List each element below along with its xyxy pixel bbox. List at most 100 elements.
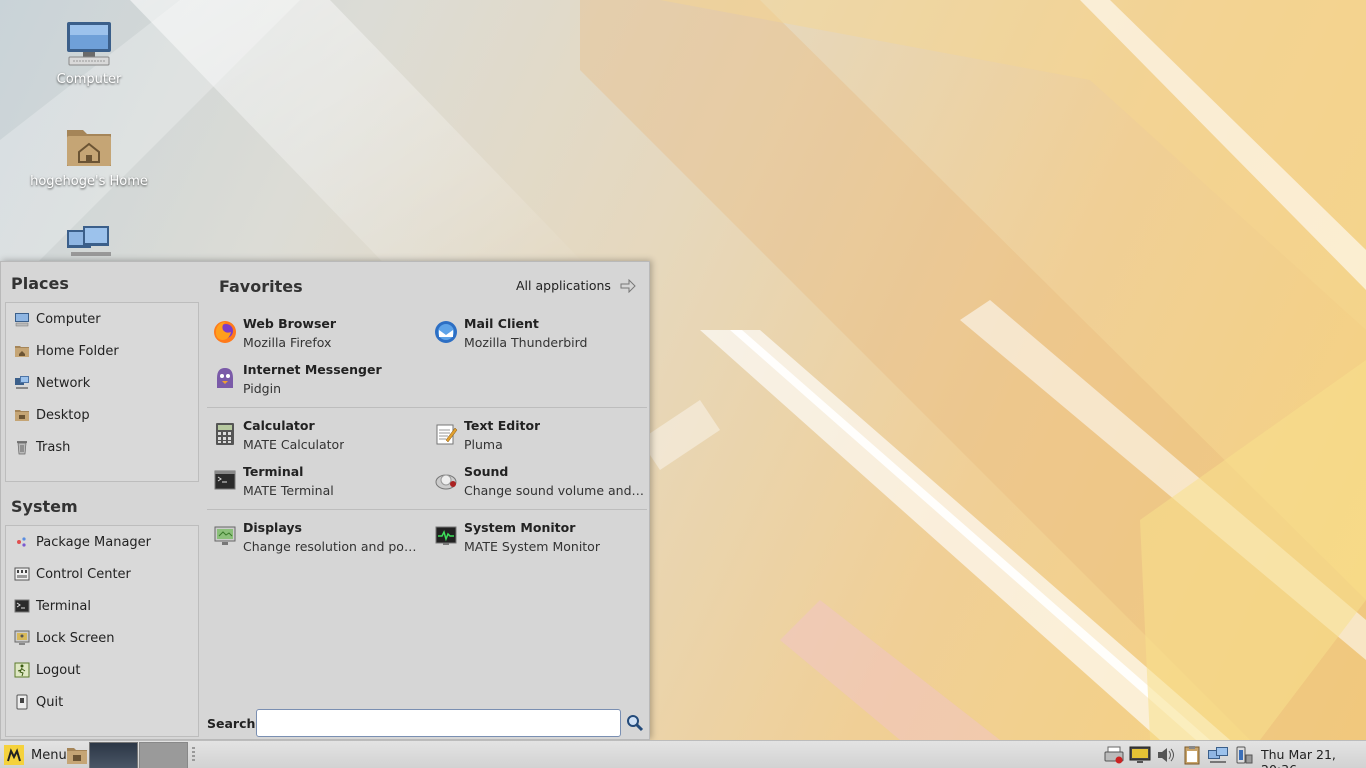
- favorite-desc: Mozilla Firefox: [243, 335, 332, 350]
- favorite-calculator[interactable]: Calculator MATE Calculator: [207, 416, 422, 460]
- favorite-desc: Pidgin: [243, 381, 282, 396]
- places-item-label: Network: [36, 375, 91, 391]
- menu-button[interactable]: Menu: [4, 744, 67, 766]
- desktop-folder-icon: [14, 407, 30, 423]
- places-title: Places: [11, 274, 69, 293]
- computer-icon: [63, 20, 115, 68]
- computer-icon: [14, 311, 30, 327]
- system-item-label: Logout: [36, 662, 81, 678]
- favorite-mail-client[interactable]: Mail Client Mozilla Thunderbird: [428, 314, 643, 358]
- favorites-separator: [207, 407, 647, 408]
- home-folder-icon: [63, 122, 115, 170]
- favorite-name: System Monitor: [464, 520, 576, 535]
- places-item-computer[interactable]: Computer: [6, 303, 198, 335]
- favorites-title: Favorites: [219, 277, 303, 296]
- power-icon[interactable]: [1233, 745, 1255, 765]
- control-center-icon: [14, 566, 30, 582]
- system-list: Package Manager Control Center Terminal …: [5, 525, 199, 737]
- search-input[interactable]: [256, 709, 621, 737]
- volume-icon[interactable]: [1155, 745, 1177, 765]
- terminal-icon: [14, 598, 30, 614]
- favorite-desc: Change sound volume and sou...: [464, 483, 648, 498]
- package-manager-icon: [14, 534, 30, 550]
- lock-screen-icon: [14, 630, 30, 646]
- places-item-label: Home Folder: [36, 343, 119, 359]
- favorite-name: Internet Messenger: [243, 362, 382, 377]
- system-item-logout[interactable]: Logout: [6, 654, 198, 686]
- system-tray: [1103, 745, 1259, 765]
- network-icon[interactable]: [1207, 745, 1229, 765]
- favorite-name: Sound: [464, 464, 509, 479]
- favorite-desc: Mozilla Thunderbird: [464, 335, 588, 350]
- favorite-terminal[interactable]: Terminal MATE Terminal: [207, 462, 422, 506]
- system-title: System: [11, 497, 78, 516]
- panel-grip[interactable]: [192, 747, 195, 763]
- system-item-package-manager[interactable]: Package Manager: [6, 526, 198, 558]
- favorite-name: Web Browser: [243, 316, 337, 331]
- favorite-name: Mail Client: [464, 316, 539, 331]
- favorite-name: Displays: [243, 520, 302, 535]
- system-item-label: Lock Screen: [36, 630, 115, 646]
- arrow-right-icon: [619, 278, 637, 293]
- workspace-2[interactable]: [139, 742, 188, 768]
- favorite-desc: Change resolution and positio...: [243, 539, 422, 554]
- favorite-sound[interactable]: Sound Change sound volume and sou...: [428, 462, 648, 506]
- places-item-network[interactable]: Network: [6, 367, 198, 399]
- quit-icon: [14, 694, 30, 710]
- menu-button-label: Menu: [31, 747, 67, 763]
- terminal-icon: [213, 468, 237, 492]
- favorites-separator: [207, 509, 647, 510]
- favorite-text-editor[interactable]: Text Editor Pluma: [428, 416, 643, 460]
- favorite-name: Terminal: [243, 464, 304, 479]
- places-item-label: Trash: [36, 439, 71, 455]
- favorite-displays[interactable]: Displays Change resolution and positio...: [207, 518, 422, 562]
- sound-icon: [434, 468, 458, 492]
- display-icon[interactable]: [1129, 745, 1151, 765]
- favorite-desc: MATE Terminal: [243, 483, 334, 498]
- text-editor-icon: [434, 422, 458, 446]
- pidgin-icon: [213, 366, 237, 390]
- home-folder-icon: [14, 343, 30, 359]
- favorite-internet-messenger[interactable]: Internet Messenger Pidgin: [207, 360, 422, 404]
- favorite-desc: MATE Calculator: [243, 437, 345, 452]
- workspace-1[interactable]: [89, 742, 138, 768]
- favorite-web-browser[interactable]: Web Browser Mozilla Firefox: [207, 314, 422, 358]
- all-applications-button[interactable]: All applications: [516, 278, 637, 293]
- trash-icon: [14, 439, 30, 455]
- firefox-icon: [213, 320, 237, 344]
- system-item-quit[interactable]: Quit: [6, 686, 198, 718]
- system-item-label: Package Manager: [36, 534, 152, 550]
- clock[interactable]: Thu Mar 21, 20:36: [1261, 747, 1366, 768]
- favorite-name: Calculator: [243, 418, 315, 433]
- logout-icon: [14, 662, 30, 678]
- main-menu: Places Computer Home Folder Network Desk…: [0, 261, 650, 740]
- favorite-desc: MATE System Monitor: [464, 539, 600, 554]
- calculator-icon: [213, 422, 237, 446]
- places-item-desktop[interactable]: Desktop: [6, 399, 198, 431]
- system-item-lock-screen[interactable]: Lock Screen: [6, 622, 198, 654]
- favorite-desc: Pluma: [464, 437, 503, 452]
- desktop-icon-label: hogehoge's Home: [30, 174, 148, 189]
- places-item-home-folder[interactable]: Home Folder: [6, 335, 198, 367]
- printer-icon[interactable]: [1103, 745, 1125, 765]
- desktop-icon-computer[interactable]: Computer: [24, 20, 154, 87]
- favorite-system-monitor[interactable]: System Monitor MATE System Monitor: [428, 518, 643, 562]
- taskbar: Menu Thu Mar 21, 20:36: [0, 740, 1366, 768]
- thunderbird-icon: [434, 320, 458, 344]
- places-list: Computer Home Folder Network Desktop Tra…: [5, 302, 199, 482]
- all-applications-label: All applications: [516, 278, 611, 293]
- system-monitor-icon: [434, 524, 458, 548]
- displays-icon: [213, 524, 237, 548]
- search-icon[interactable]: [626, 714, 644, 732]
- places-item-label: Computer: [36, 311, 101, 327]
- system-item-terminal[interactable]: Terminal: [6, 590, 198, 622]
- system-item-label: Quit: [36, 694, 64, 710]
- clipboard-icon[interactable]: [1181, 745, 1203, 765]
- desktop-icon-label: Computer: [56, 72, 122, 87]
- system-item-control-center[interactable]: Control Center: [6, 558, 198, 590]
- desktop-icon-home[interactable]: hogehoge's Home: [24, 122, 154, 189]
- mate-logo-icon: [4, 745, 24, 765]
- places-item-trash[interactable]: Trash: [6, 431, 198, 463]
- file-manager-launcher-icon[interactable]: [66, 745, 88, 765]
- favorite-name: Text Editor: [464, 418, 541, 433]
